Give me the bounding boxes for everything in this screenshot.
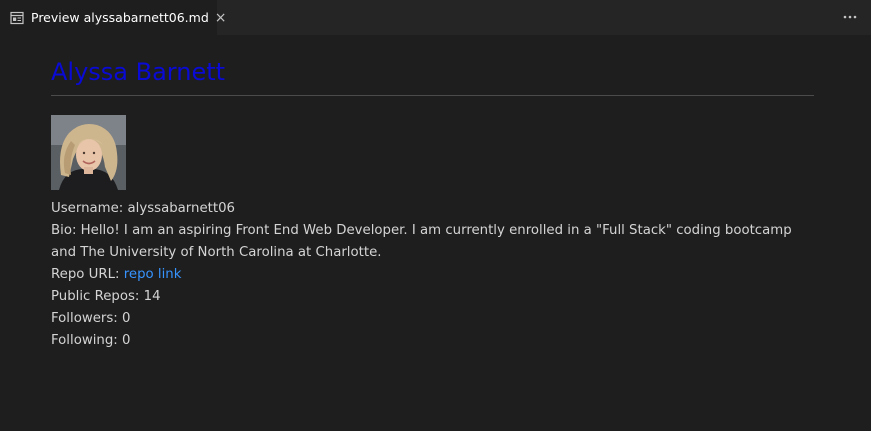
public-repos-label: Public Repos: (51, 289, 140, 304)
page-title: Alyssa Barnett (51, 58, 226, 86)
following-label: Following: (51, 333, 118, 348)
bio-line: Bio: Hello! I am an aspiring Front End W… (51, 220, 811, 264)
bio-value: Hello! I am an aspiring Front End Web De… (51, 223, 792, 260)
profile-info: Username: alyssabarnett06 Bio: Hello! I … (51, 198, 811, 352)
avatar (51, 115, 126, 190)
public-repos-value: 14 (143, 289, 161, 304)
followers-label: Followers: (51, 311, 118, 326)
following-line: Following: 0 (51, 330, 811, 352)
close-icon[interactable]: × (215, 11, 227, 25)
followers-line: Followers: 0 (51, 308, 811, 330)
bio-label: Bio: (51, 223, 77, 238)
repo-link[interactable]: repo link (124, 267, 182, 282)
repo-url-line: Repo URL: repo link (51, 264, 811, 286)
public-repos-line: Public Repos: 14 (51, 286, 811, 308)
username-line: Username: alyssabarnett06 (51, 198, 811, 220)
more-actions-icon[interactable] (841, 8, 859, 26)
editor-tab-bar: Preview alyssabarnett06.md × (0, 0, 871, 35)
username-label: Username: (51, 201, 124, 216)
tab-label: Preview alyssabarnett06.md (31, 10, 209, 25)
divider (51, 95, 814, 96)
repo-url-label: Repo URL: (51, 267, 120, 282)
username-value: alyssabarnett06 (127, 201, 236, 216)
following-value: 0 (122, 333, 131, 348)
followers-value: 0 (122, 311, 131, 326)
tab-preview[interactable]: Preview alyssabarnett06.md × (0, 0, 227, 35)
markdown-preview: Alyssa Barnett Username: alyssabarnett06… (0, 35, 871, 431)
preview-icon (10, 11, 24, 25)
